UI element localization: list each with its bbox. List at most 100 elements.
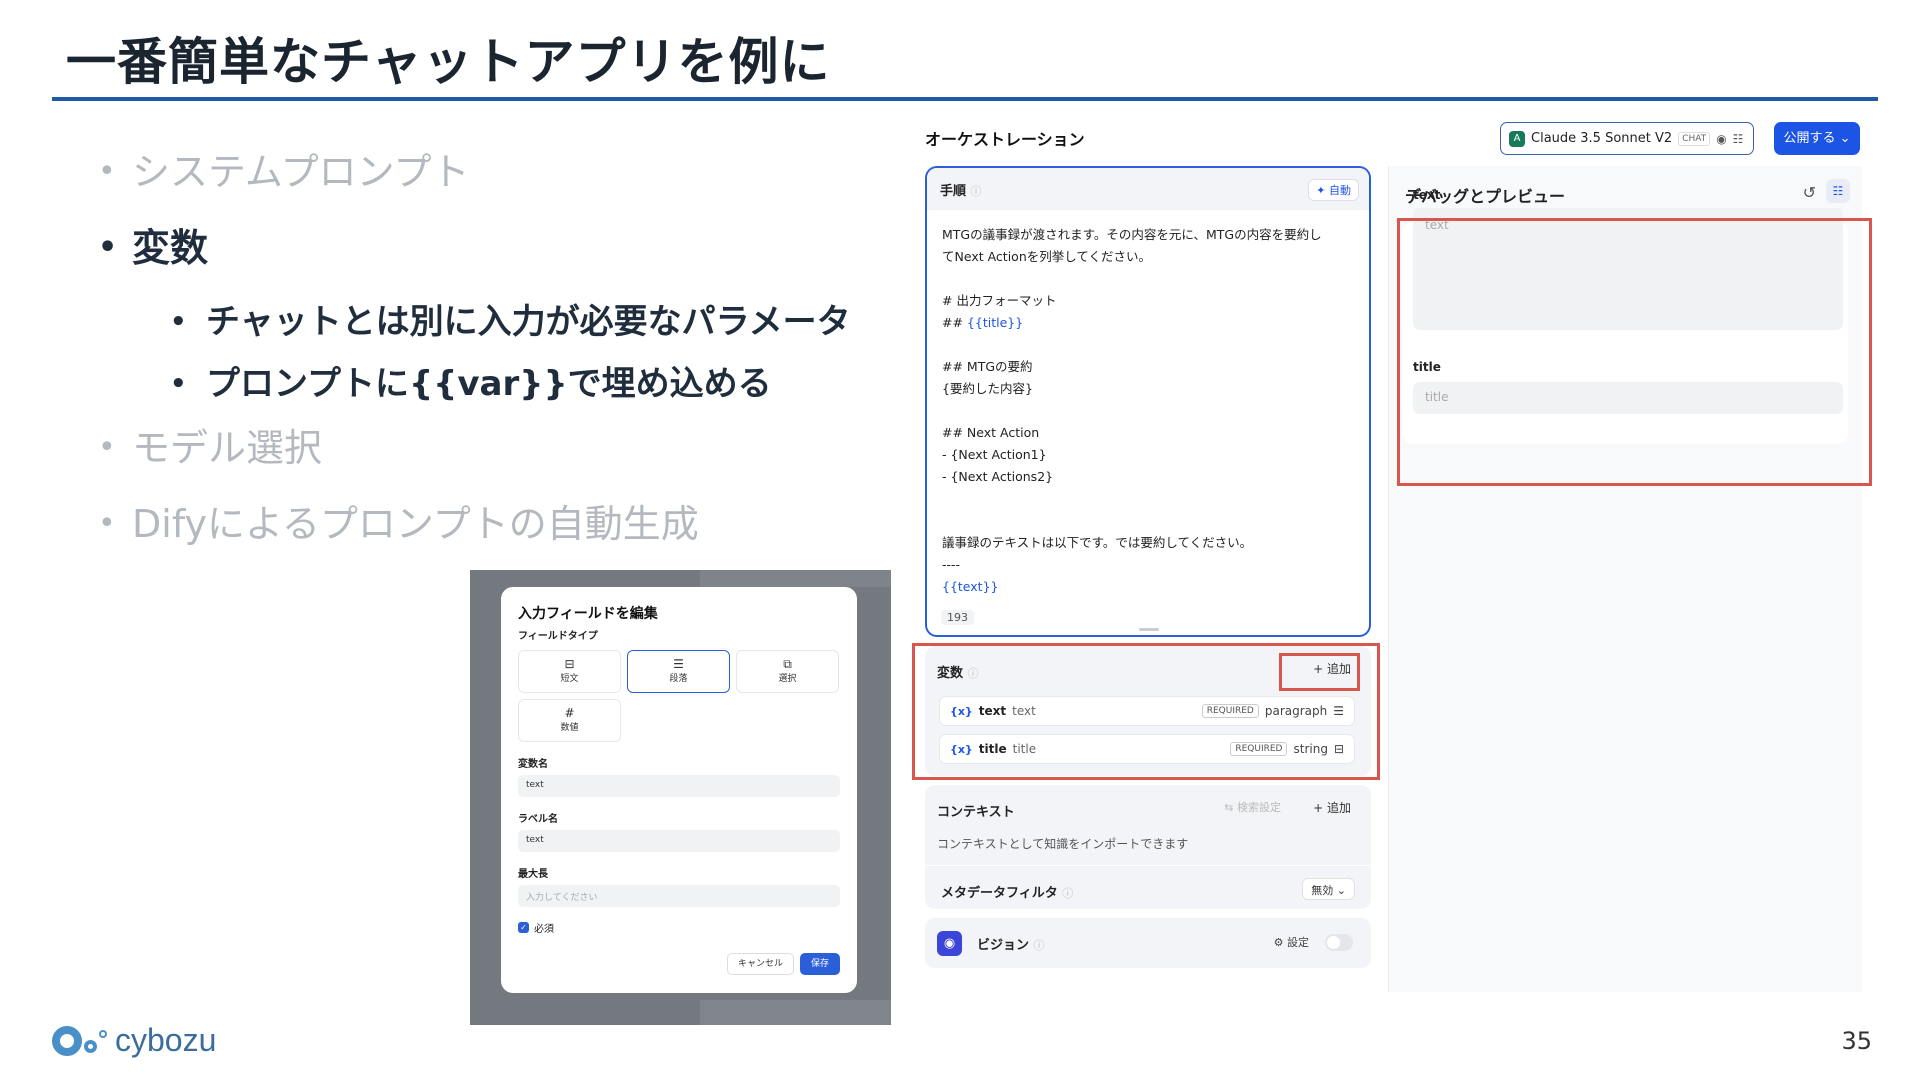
prompt-line: ## Next Action xyxy=(942,425,1040,440)
max-length-label: 最大長 xyxy=(518,869,548,880)
model-name: Claude 3.5 Sonnet V2 xyxy=(1531,131,1673,146)
paragraph-icon: ☰ xyxy=(673,657,684,671)
orchestration-title: オーケストレーション xyxy=(925,130,1085,149)
prompt-line: - {Next Action1} xyxy=(942,447,1047,462)
prompt-line xyxy=(942,268,1354,290)
title-underline xyxy=(52,97,1878,101)
checkmark-icon: ✓ xyxy=(518,922,529,933)
type-short-text[interactable]: ⊟ 短文 xyxy=(518,650,621,693)
auto-generate-button[interactable]: ✦ 自動 xyxy=(1308,179,1359,201)
title-field-input[interactable]: title xyxy=(1413,382,1843,414)
help-icon: ⓘ xyxy=(1062,887,1074,900)
prompt-line xyxy=(942,400,1354,422)
title-field-label: title xyxy=(1413,360,1441,374)
label-name-input[interactable]: text xyxy=(518,830,840,852)
eye-icon: ◉ xyxy=(1716,131,1727,146)
field-type-options: ⊟ 短文 ☰ 段落 ⧉ 選択 # 数値 xyxy=(518,650,840,742)
metadata-filter-select[interactable]: 無効 ⌄ xyxy=(1302,878,1355,900)
variables-header: 変数 ⓘ xyxy=(937,666,979,681)
modal-actions: キャンセル 保存 xyxy=(726,953,840,975)
prompt-editor[interactable]: MTGの議事録が渡されます。その内容を元に、MTGの内容を要約し てNext Ac… xyxy=(927,210,1369,612)
resize-handle[interactable] xyxy=(1139,628,1159,631)
prompt-line xyxy=(942,488,1354,510)
required-badge: REQUIRED xyxy=(1230,742,1288,756)
prompt-line: ## MTGの要約 xyxy=(942,359,1033,374)
var-name-label: 変数名 xyxy=(518,759,548,770)
publish-button[interactable]: 公開する ⌄ xyxy=(1774,122,1860,155)
context-description: コンテキストとして知識をインポートできます xyxy=(937,837,1189,851)
prompt-line: # 出力フォーマット xyxy=(942,293,1057,308)
instructions-title: 手順 xyxy=(940,184,967,199)
logo-circle xyxy=(52,1025,82,1056)
logo-circle xyxy=(99,1029,107,1038)
variable-label: title xyxy=(1012,742,1037,756)
type-paragraph[interactable]: ☰ 段落 xyxy=(627,650,730,693)
variable-name: text xyxy=(978,704,1007,718)
refresh-icon[interactable]: ↺ xyxy=(1803,183,1816,202)
debug-preview-panel: デバッグとプレビュー ↺ ☷ text text title title xyxy=(1388,166,1862,992)
paragraph-icon: ☰ xyxy=(1333,704,1344,718)
vision-title: ビジョン ⓘ xyxy=(977,938,1045,953)
prompt-line xyxy=(942,510,1354,532)
slide: 一番簡単なチャットアプリを例に • システムプロンプト • 変数 • チャットとは別に… xyxy=(0,0,1920,1080)
bullet-model-select: • モデル選択 xyxy=(98,426,323,470)
edit-field-modal: 入力フィールドを編集 フィールドタイプ ⊟ 短文 ☰ 段落 ⧉ 選択 # 数値 変数名 … xyxy=(501,587,857,993)
select-icon: ⧉ xyxy=(783,657,792,671)
model-tag: CHAT xyxy=(1678,131,1711,146)
cancel-button[interactable]: キャンセル xyxy=(726,953,794,975)
required-badge: REQUIRED xyxy=(1201,704,1259,718)
modal-title: 入力フィールドを編集 xyxy=(518,606,658,622)
required-checkbox[interactable]: ✓ 必須 xyxy=(518,920,840,935)
vision-panel: ◉ ビジョン ⓘ ⚙ 設定 xyxy=(925,918,1371,968)
prompt-line xyxy=(942,334,1354,356)
sliders-icon[interactable]: ☷ xyxy=(1733,132,1744,146)
instructions-header: 手順 ⓘ ✦ 自動 xyxy=(927,168,1369,210)
text-field-label: text xyxy=(1413,188,1441,202)
context-panel: コンテキスト ⇆ 検索設定 + 追加 コンテキストとして知識をインポートできます… xyxy=(925,785,1371,909)
page-number: 35 xyxy=(1841,1027,1872,1055)
number-icon: # xyxy=(564,706,575,720)
cybozu-logo: cybozu xyxy=(52,1022,216,1059)
save-button[interactable]: 保存 xyxy=(799,953,840,975)
help-icon: ⓘ xyxy=(1033,939,1045,952)
var-name-input[interactable]: text xyxy=(518,775,840,797)
divider xyxy=(925,865,1371,866)
vision-toggle[interactable] xyxy=(1325,934,1353,951)
variable-type: paragraph xyxy=(1264,704,1328,718)
prompt-line: てNext Actionを列挙してください。 xyxy=(942,249,1151,264)
sub-bullet-params: • チャットとは別に入力が必要なパラメータ xyxy=(170,302,851,342)
variable-name: title xyxy=(978,742,1007,756)
prompt-line: ## {{title}} xyxy=(942,315,1024,330)
text-input-icon: ⊟ xyxy=(1333,742,1344,756)
type-number[interactable]: # 数値 xyxy=(518,699,621,742)
variable-type: string xyxy=(1293,742,1328,756)
variable-icon: {x} xyxy=(950,742,973,756)
max-length-input[interactable]: 入力してください xyxy=(518,885,840,907)
prompt-line: MTGの議事録が渡されます。その内容を元に、MTGの内容を要約し xyxy=(942,227,1322,242)
logo-text: cybozu xyxy=(115,1022,217,1058)
add-context-button[interactable]: + 追加 xyxy=(1313,799,1351,816)
vision-settings-button[interactable]: ⚙ 設定 xyxy=(1274,934,1309,950)
settings-swap-icon: ⇆ xyxy=(1224,801,1234,814)
type-select[interactable]: ⧉ 選択 xyxy=(736,650,839,693)
variables-toggle-icon[interactable]: ☷ xyxy=(1826,179,1850,203)
variable-icon: {x} xyxy=(950,704,973,718)
bullet-variables: • 変数 xyxy=(98,226,209,270)
bullet-system-prompt: • システムプロンプト xyxy=(98,150,470,194)
text-input-icon: ⊟ xyxy=(564,657,575,671)
text-field-textarea[interactable]: text xyxy=(1413,208,1843,330)
instructions-panel[interactable]: 手順 ⓘ ✦ 自動 MTGの議事録が渡されます。その内容を元に、MTGの内容を要… xyxy=(925,166,1371,637)
variable-label: text xyxy=(1012,704,1036,718)
variable-row-text[interactable]: {x} text text REQUIRED paragraph ☰ xyxy=(939,696,1355,726)
variables-panel: 変数 ⓘ + 追加 {x} text text REQUIRED paragra… xyxy=(925,646,1371,776)
prompt-line: - {Next Actions2} xyxy=(942,469,1054,484)
help-icon: ⓘ xyxy=(970,185,982,198)
model-selector[interactable]: A Claude 3.5 Sonnet V2 CHAT ◉ ☷ xyxy=(1500,122,1754,155)
search-settings-button[interactable]: ⇆ 検索設定 xyxy=(1224,799,1281,815)
char-count: 193 xyxy=(941,610,974,625)
field-type-label: フィールドタイプ xyxy=(518,631,598,642)
add-variable-button[interactable]: + 追加 xyxy=(1313,660,1351,677)
logo-circle xyxy=(84,1040,97,1053)
bullet-auto-generate: • Difyによるプロンプトの自動生成 xyxy=(98,502,699,546)
variable-row-title[interactable]: {x} title title REQUIRED string ⊟ xyxy=(939,734,1355,764)
